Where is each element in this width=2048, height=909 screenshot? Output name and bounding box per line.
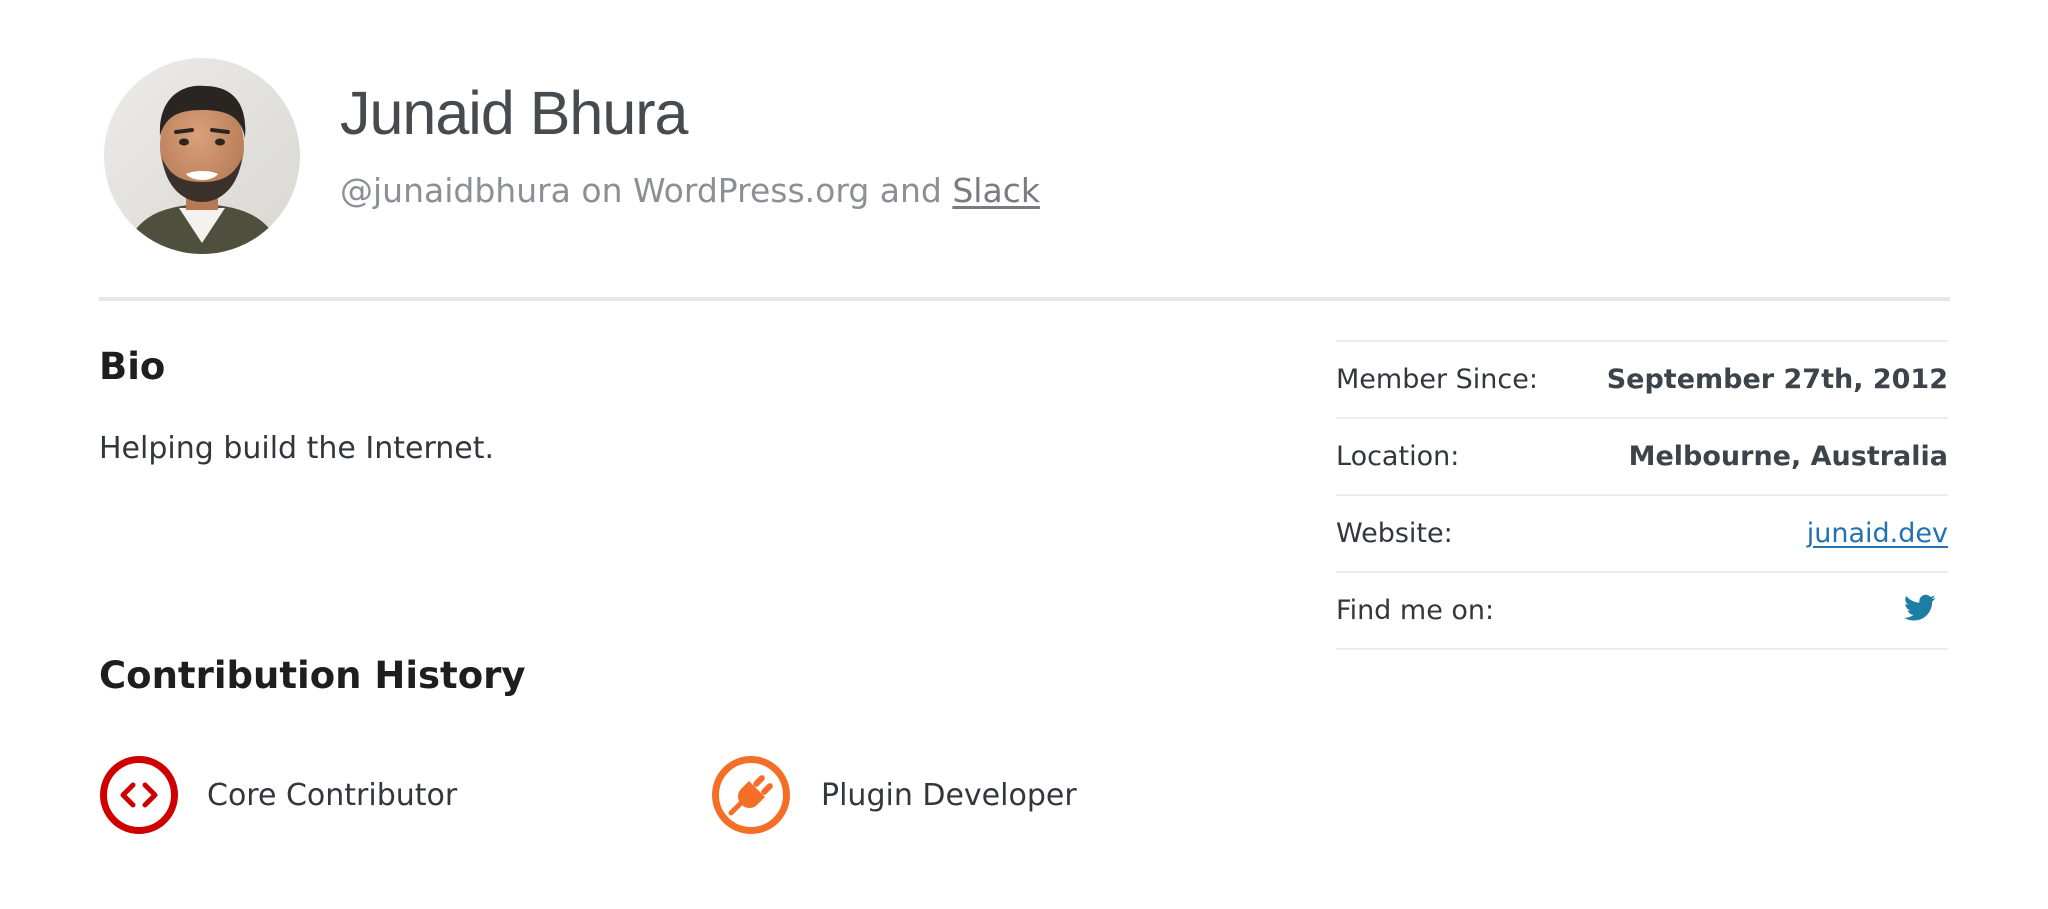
- avatar[interactable]: [104, 58, 300, 254]
- website-label: Website:: [1336, 518, 1453, 549]
- meta-row-find-me: Find me on:: [1336, 573, 1948, 650]
- profile-header: Junaid Bhura @junaidbhura on WordPress.o…: [99, 55, 1950, 255]
- member-since-label: Member Since:: [1336, 364, 1538, 395]
- contribution-history-heading: Contribution History: [99, 654, 526, 697]
- meta-row-member-since: Member Since: September 27th, 2012: [1336, 342, 1948, 419]
- find-me-label: Find me on:: [1336, 595, 1495, 626]
- location-label: Location:: [1336, 441, 1460, 472]
- meta-row-website: Website: junaid.dev: [1336, 496, 1948, 573]
- slack-link[interactable]: Slack: [952, 171, 1040, 210]
- member-since-value: September 27th, 2012: [1606, 364, 1948, 395]
- header-divider: [99, 297, 1950, 301]
- twitter-icon[interactable]: [1904, 594, 1936, 622]
- meta-row-location: Location: Melbourne, Australia: [1336, 419, 1948, 496]
- bio-text: Helping build the Internet.: [99, 431, 495, 466]
- twitter-icon-graphic: [1904, 594, 1936, 621]
- profile-name: Junaid Bhura: [340, 79, 688, 147]
- badge-label-core: Core Contributor: [207, 777, 458, 813]
- website-link[interactable]: junaid.dev: [1807, 518, 1948, 549]
- profile-handle: @junaidbhura on WordPress.org and Slack: [340, 171, 1040, 211]
- avatar-image: [104, 58, 300, 254]
- bio-heading: Bio: [99, 345, 166, 388]
- location-value: Melbourne, Australia: [1628, 441, 1948, 472]
- profile-meta-table: Member Since: September 27th, 2012 Locat…: [1336, 340, 1948, 650]
- badge-plugin-developer: Plugin Developer: [711, 754, 1077, 836]
- handle-text: @junaidbhura on WordPress.org and: [340, 171, 942, 210]
- core-contributor-icon: [100, 756, 178, 834]
- badge-label-plugin: Plugin Developer: [821, 777, 1077, 813]
- plugin-icon: [712, 756, 790, 834]
- badge-core-contributor: Core Contributor: [99, 754, 457, 836]
